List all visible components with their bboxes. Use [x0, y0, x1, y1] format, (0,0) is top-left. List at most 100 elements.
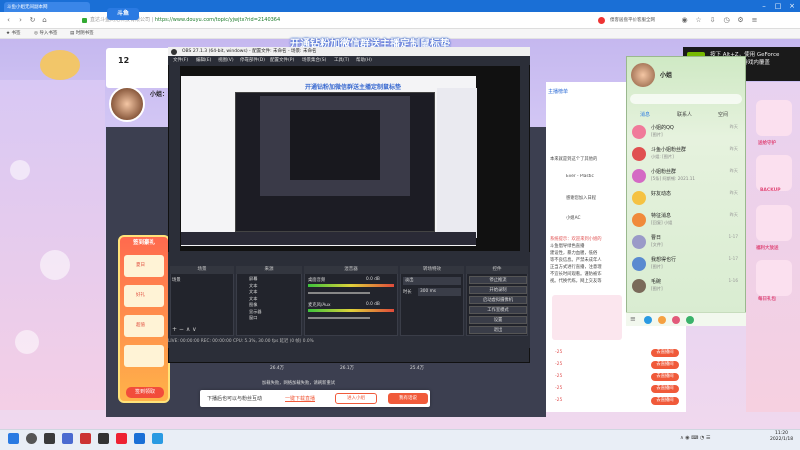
sources-list[interactable]: 屏幕 文本 文本 文本 图像 显示器 窗口	[249, 276, 262, 322]
obs-title-bar[interactable]: OBS 27.1.3 (64-bit, windows) - 配置文件: 未命名…	[168, 47, 530, 56]
extension-icon[interactable]: ◉	[680, 16, 689, 25]
rank-row: -25	[555, 398, 563, 403]
goto-room-button[interactable]: 去直播间	[651, 373, 679, 381]
qq-search-input[interactable]	[630, 94, 742, 104]
refresh-icon[interactable]: ↻	[28, 16, 37, 25]
goto-room-button[interactable]: 去直播间	[651, 397, 679, 405]
volume-slider[interactable]	[308, 317, 370, 319]
task-view-icon[interactable]	[44, 433, 55, 444]
history-icon[interactable]: ◷	[722, 16, 731, 25]
qq-conversation[interactable]: 斗鱼小姐粉丝群 小姐: [图片] 昨天	[629, 144, 741, 164]
qq-app-icon[interactable]	[658, 316, 666, 324]
stop-streaming-button[interactable]: 停止推流	[469, 276, 527, 284]
gift-label: 夏日	[136, 263, 145, 268]
settings-button[interactable]: 设置	[469, 316, 527, 324]
bookmark-item-0[interactable]: ★ 书签	[6, 30, 20, 38]
obs-menu-profile[interactable]: 配置文件(P)	[270, 56, 294, 65]
gift-row-4[interactable]	[124, 345, 164, 367]
gift-row-2[interactable]: 好礼	[124, 285, 164, 307]
tray-icons[interactable]: ∧ ◉ ⌨ ◔ ☰	[680, 435, 710, 441]
qq-conversation[interactable]: 毛碗 [图片] 1-16	[629, 276, 741, 296]
source-item[interactable]: 窗口	[249, 315, 262, 322]
obs-menu-help[interactable]: 帮助(H)	[356, 56, 372, 65]
obs-menu-docks[interactable]: 停靠部件(D)	[240, 56, 265, 65]
clock[interactable]: 11:20 2022/1/18	[770, 431, 793, 443]
start-recording-button[interactable]: 开始录制	[469, 286, 527, 294]
goto-room-button[interactable]: 去直播间	[651, 361, 679, 369]
favorites-icon[interactable]: ☆	[694, 16, 703, 25]
app-icon[interactable]	[62, 433, 73, 444]
gift-row-1[interactable]: 夏日	[124, 255, 164, 277]
signin-button[interactable]: 签到领取	[126, 387, 164, 398]
start-icon[interactable]	[8, 433, 19, 444]
obs-taskbar-icon[interactable]	[98, 433, 109, 444]
app-icon[interactable]	[80, 433, 91, 444]
obs-menu-scene-collection[interactable]: 场景集合(S)	[302, 56, 326, 65]
browser-tab[interactable]: 斗鱼小姐无间副本网	[4, 2, 90, 12]
obs-menu-view[interactable]: 视图(V)	[218, 56, 234, 65]
goto-room-button[interactable]: 去直播间	[651, 385, 679, 393]
qq-app-icon[interactable]	[672, 316, 680, 324]
obs-menu-file[interactable]: 文件(F)	[173, 56, 188, 65]
deco-item[interactable]	[756, 260, 792, 296]
qq-tab-space[interactable]: 空间	[718, 111, 728, 118]
fans-count: 12	[118, 56, 130, 65]
qq-tab-messages[interactable]: 消息	[640, 111, 650, 118]
menu-icon[interactable]: ≡	[750, 16, 759, 25]
exit-button[interactable]: 退出	[469, 326, 527, 334]
downloads-icon[interactable]: ⇩	[708, 16, 717, 25]
douyu-logo[interactable]: 斗鱼	[107, 8, 139, 20]
nested-chat-capture	[437, 88, 477, 238]
bookmark-item-2[interactable]: ▤ 时阴书签	[70, 30, 94, 38]
qq-conversation[interactable]: 小姐的QQ [图片] 昨天	[629, 122, 741, 142]
qq-taskbar-icon[interactable]	[152, 433, 163, 444]
qq-app-icon[interactable]	[644, 316, 652, 324]
obs-add-remove-controls[interactable]: + − ∧ ∨	[172, 326, 197, 333]
maximize-icon[interactable]: □	[772, 1, 784, 11]
toast-link[interactable]: 一键下载直播	[285, 395, 315, 402]
post-button[interactable]: 我有话说	[388, 393, 428, 404]
transition-select[interactable]: 淡出	[403, 277, 461, 285]
scene-item[interactable]: 场景	[172, 277, 181, 283]
qq-menu-icon[interactable]: ≡	[630, 315, 636, 323]
duration-input[interactable]: 300 ms	[418, 288, 461, 296]
studio-mode-button[interactable]: 工作室模式	[469, 306, 527, 314]
browser-taskbar-icon[interactable]	[134, 433, 145, 444]
deco-item[interactable]	[756, 205, 792, 241]
obs-menu-tools[interactable]: 工具(T)	[334, 56, 349, 65]
qq-tab-contacts[interactable]: 联系人	[677, 111, 692, 118]
qq-conversation[interactable]: 小姐粉丝群 [5条] 阿斯顿: 2021.11 昨天	[629, 166, 741, 186]
home-icon[interactable]: ⌂	[40, 16, 49, 25]
search-icon[interactable]	[26, 433, 37, 444]
deco-item[interactable]	[756, 100, 792, 136]
bookmark-item-1[interactable]: ◎ 导入书签	[34, 30, 57, 38]
obs-menu-edit[interactable]: 编辑(E)	[196, 56, 211, 65]
settings-icon[interactable]: ⚙	[736, 16, 745, 25]
fan-gift-card[interactable]	[552, 295, 622, 340]
qq-conversation[interactable]: 我想得也行 [图片] 1-17	[629, 254, 741, 274]
forward-icon[interactable]: ›	[16, 16, 25, 25]
close-icon[interactable]: ×	[786, 1, 798, 11]
qq-avatar[interactable]	[631, 63, 655, 87]
search-input[interactable]: 傻客居盘平价客服全网	[610, 15, 665, 26]
conversation-avatar	[632, 279, 646, 293]
virtual-camera-button[interactable]: 启动虚拟摄像机	[469, 296, 527, 304]
volume-slider[interactable]	[308, 292, 370, 294]
deco-item[interactable]	[756, 155, 792, 191]
conversation-preview: [图片]	[651, 286, 663, 291]
url-field[interactable]: 直达斗鱼网络科技有限公司 | https://www.douyu.com/top…	[90, 15, 490, 26]
qq-conversation[interactable]: 曹日 [文件] 1-17	[629, 232, 741, 252]
minimize-icon[interactable]: –	[758, 1, 770, 11]
star-icon	[632, 191, 646, 205]
gift-row-3[interactable]: 超值	[124, 315, 164, 337]
back-icon[interactable]: ‹	[4, 16, 13, 25]
conversation-title: 小姐的QQ	[651, 125, 674, 131]
qq-conversation[interactable]: 好友动态 昨天	[629, 188, 741, 208]
streamer-avatar[interactable]	[109, 86, 145, 122]
goto-room-button[interactable]: 去直播间	[651, 349, 679, 357]
enter-group-button[interactable]: 进入小组	[335, 393, 377, 404]
qq-conversation[interactable]: 特征消息 [回复] 小姐 昨天	[629, 210, 741, 230]
qq-app-icon[interactable]	[686, 316, 694, 324]
rank-header[interactable]: 主播榜单	[548, 88, 628, 98]
app-icon[interactable]	[116, 433, 127, 444]
